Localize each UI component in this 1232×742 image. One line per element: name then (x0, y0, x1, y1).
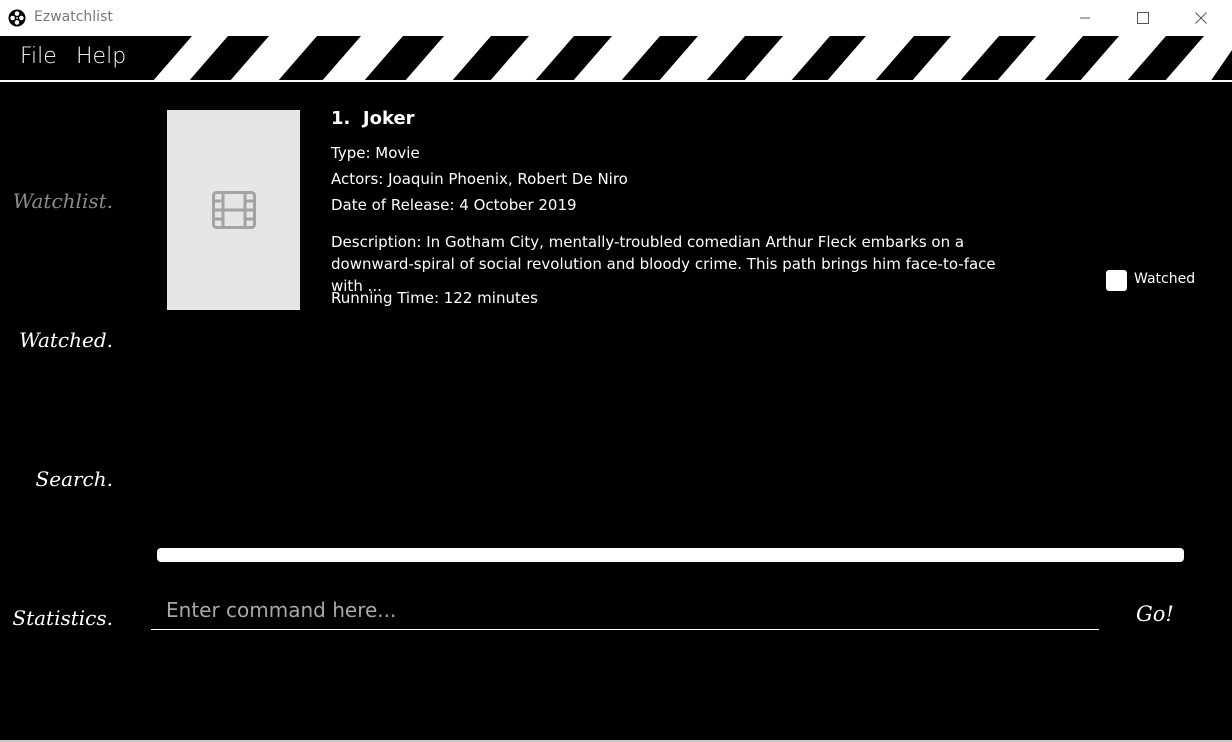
maximize-icon (1137, 12, 1149, 24)
show-type: Type: Movie (331, 144, 420, 162)
sidebar-item-watchlist[interactable]: Watchlist. (13, 189, 113, 213)
minimize-icon (1080, 17, 1090, 19)
description-line: Description: In Gotham City, mentally-tr… (331, 233, 965, 251)
show-running-time: Running Time: 122 minutes (331, 289, 538, 307)
command-input[interactable] (151, 590, 1099, 630)
close-button[interactable] (1178, 0, 1224, 36)
sidebar-item-search[interactable]: Search. (36, 467, 113, 491)
show-title: 1. Joker (331, 108, 415, 129)
film-reel-icon (8, 9, 26, 27)
minimize-button[interactable] (1062, 0, 1108, 36)
watched-checkbox[interactable] (1106, 270, 1127, 291)
menu-bar: File Help (0, 36, 1232, 82)
show-name: Joker (362, 108, 415, 129)
show-index: 1. (331, 108, 351, 129)
window-title: Ezwatchlist (34, 9, 113, 25)
title-bar: Ezwatchlist (0, 0, 1232, 36)
result-display (157, 548, 1184, 562)
poster-placeholder (167, 110, 300, 310)
sidebar-item-watched[interactable]: Watched. (19, 328, 113, 352)
maximize-button[interactable] (1120, 0, 1166, 36)
show-release-date: Date of Release: 4 October 2019 (331, 196, 577, 214)
sidebar-item-statistics[interactable]: Statistics. (12, 606, 113, 630)
menu-divider (0, 80, 1232, 82)
watched-label: Watched (1134, 271, 1196, 287)
show-actors: Actors: Joaquin Phoenix, Robert De Niro (331, 170, 628, 188)
show-description: Description: In Gotham City, mentally-tr… (331, 231, 1031, 297)
film-icon (211, 191, 256, 229)
go-button[interactable]: Go! (1136, 602, 1174, 626)
close-icon (1195, 12, 1207, 24)
app-window: Ezwatchlist File Help Watchlist. Watched… (0, 0, 1232, 742)
menu-help[interactable]: Help (76, 44, 126, 69)
menu-file[interactable]: File (20, 44, 57, 69)
clapperboard-stripes (0, 36, 1232, 82)
